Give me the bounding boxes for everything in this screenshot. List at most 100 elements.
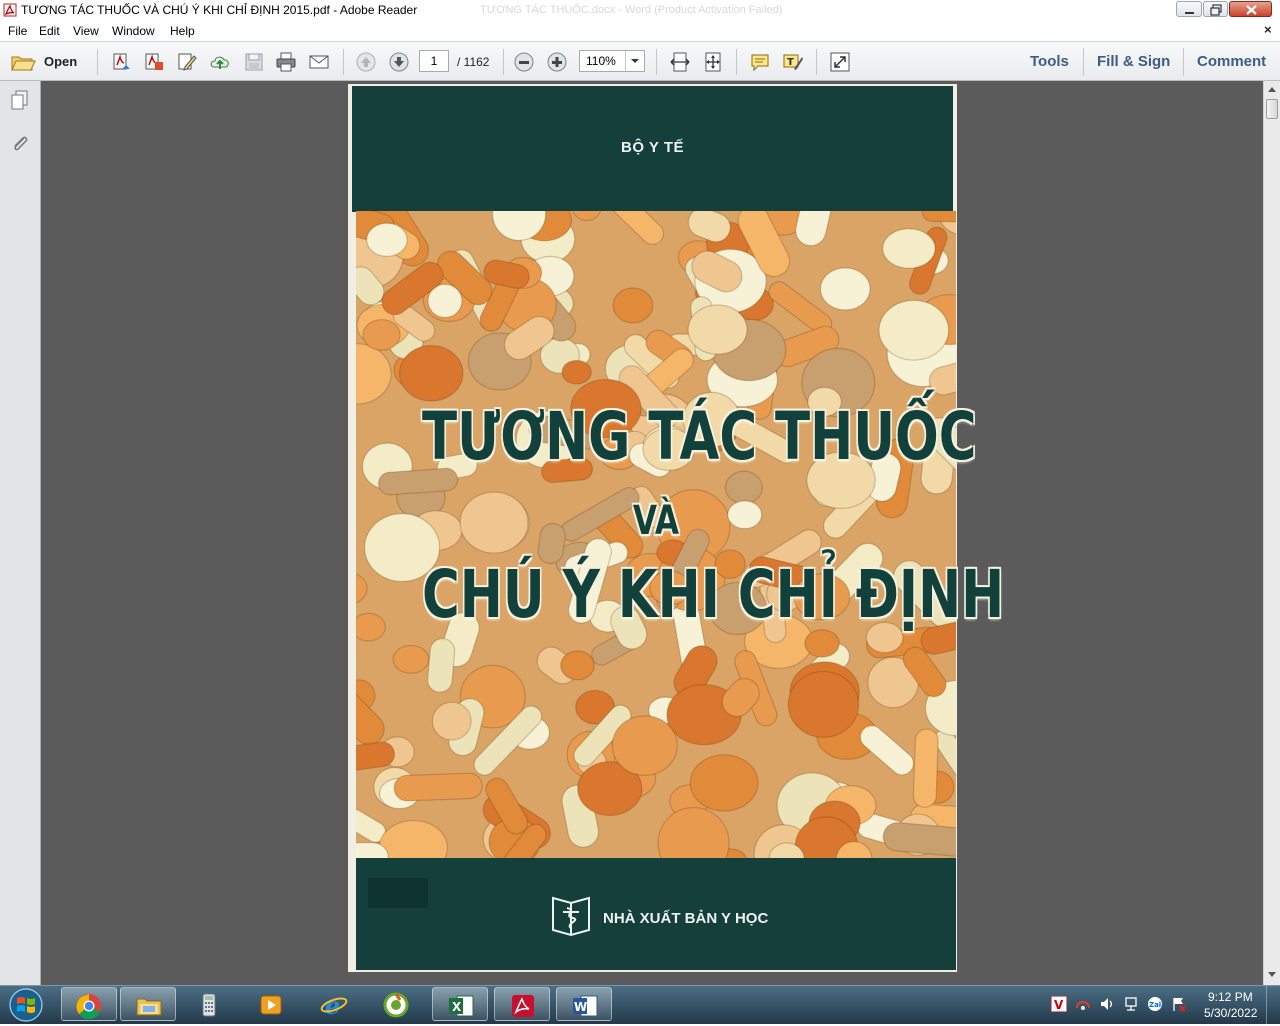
pill-shape [561, 359, 592, 385]
folder-icon [11, 56, 36, 71]
taskbar-word[interactable]: W [556, 987, 612, 1021]
taskbar-chrome[interactable] [61, 987, 117, 1021]
pill-shape [362, 319, 401, 351]
taskbar-acrobat[interactable] [494, 987, 550, 1021]
action-center-icon[interactable] [1171, 996, 1187, 1012]
pill-shape [878, 299, 950, 361]
pill-shape [392, 644, 430, 674]
taskbar-calculator[interactable] [182, 987, 238, 1021]
menu-view[interactable]: View [73, 24, 99, 38]
pill-shape [393, 772, 483, 802]
network-icon[interactable] [1123, 996, 1139, 1012]
pill-shape [687, 304, 748, 355]
minimize-button[interactable] [1176, 1, 1202, 17]
scroll-thumb[interactable] [1266, 99, 1278, 119]
save-icon[interactable] [243, 51, 265, 73]
zoom-in-icon[interactable] [546, 51, 568, 73]
antivirus-tray-icon[interactable]: V [1050, 995, 1068, 1013]
file-explorer-icon [136, 998, 162, 1016]
menu-edit[interactable]: Edit [39, 24, 60, 38]
show-desktop-button[interactable] [1266, 986, 1280, 1024]
pill-shape [612, 287, 654, 324]
menu-window[interactable]: Window [112, 24, 155, 38]
fit-page-icon[interactable] [702, 51, 724, 73]
fit-width-icon[interactable] [669, 51, 691, 73]
cover-title-line2: VÀ [632, 498, 680, 544]
cover-author: BỘ Y TẾ [621, 139, 684, 156]
full-screen-icon[interactable] [829, 51, 851, 73]
toolbar-separator [1183, 48, 1184, 76]
sticky-note-icon[interactable] [749, 51, 771, 73]
export-pdf-icon[interactable] [143, 51, 165, 73]
menu-file[interactable]: File [8, 24, 27, 38]
close-window-button[interactable] [1229, 1, 1272, 17]
taskbar-internet-explorer[interactable]: e [306, 987, 362, 1021]
open-label: Open [44, 54, 78, 69]
tools-button[interactable]: Tools [1030, 53, 1069, 70]
svg-text:e: e [325, 992, 340, 1018]
pill-shape [560, 650, 595, 681]
close-document-button[interactable]: × [1264, 22, 1272, 37]
toolbar-separator [816, 49, 817, 75]
navigation-panel [0, 81, 41, 985]
cover-title-line1: TƯƠNG TÁC THUỐC [422, 398, 977, 475]
zalo-tray-icon[interactable]: Zalo [1147, 996, 1166, 1012]
volume-icon[interactable] [1099, 996, 1115, 1012]
edit-pdf-icon[interactable] [176, 51, 198, 73]
adobe-reader-icon[interactable] [3, 3, 17, 17]
menu-help[interactable]: Help [170, 24, 195, 38]
scroll-up-icon[interactable] [1266, 83, 1278, 97]
page-thumbnails-icon[interactable] [9, 89, 31, 111]
network-activity-tray-icon[interactable] [1075, 996, 1091, 1012]
email-icon[interactable] [308, 51, 330, 73]
pill-shape [912, 728, 939, 808]
taskbar-explorer[interactable] [120, 987, 176, 1021]
toolbar-separator [1083, 48, 1084, 76]
clock-date[interactable]: 5/30/2022 [1204, 1006, 1257, 1020]
clock-time[interactable]: 9:12 PM [1208, 990, 1253, 1004]
pill-shape [611, 715, 678, 776]
create-pdf-icon[interactable] [110, 51, 132, 73]
chevron-down-icon[interactable] [625, 51, 644, 71]
zoom-out-icon[interactable] [513, 51, 535, 73]
toolbar-separator [656, 49, 657, 75]
menu-bar: File Edit View Window Help [0, 21, 1280, 41]
previous-page-icon[interactable] [355, 51, 377, 73]
restore-button[interactable] [1203, 1, 1228, 17]
toolbar-separator [343, 49, 344, 75]
media-player-icon [260, 995, 282, 1015]
pill-shape [882, 228, 936, 269]
pill-shape [356, 612, 386, 642]
pill-shape [787, 670, 860, 738]
open-button[interactable]: Open [8, 50, 88, 74]
attachments-icon[interactable] [9, 133, 31, 155]
upload-cloud-icon[interactable] [209, 51, 231, 73]
pill-shape [427, 638, 456, 693]
taskbar-excel[interactable]: X [432, 987, 488, 1021]
start-button[interactable] [4, 987, 48, 1023]
highlight-text-icon[interactable]: T [782, 51, 804, 73]
fill-sign-button[interactable]: Fill & Sign [1097, 53, 1170, 70]
taskbar-corel[interactable] [369, 987, 425, 1021]
internet-explorer-icon: e [320, 992, 348, 1018]
scroll-down-icon[interactable] [1266, 967, 1278, 981]
pill-shape [689, 754, 759, 812]
publisher-logo-icon [550, 894, 592, 938]
pill-shape [398, 345, 464, 402]
chrome-icon [76, 994, 101, 1019]
svg-text:X: X [452, 1000, 462, 1014]
page-total: / 1162 [457, 55, 490, 69]
window-title: TƯƠNG TÁC THUỐC VÀ CHÚ Ý KHI CHỈ ĐỊNH 20… [21, 3, 418, 17]
svg-text:V: V [1054, 998, 1064, 1012]
page-number-input[interactable]: 1 [419, 50, 449, 72]
taskbar-media-player[interactable] [244, 987, 300, 1021]
cover-publisher: NHÀ XUẤT BẢN Y HỌC [603, 910, 769, 927]
title-bar: TƯƠNG TÁC THUỐC VÀ CHÚ Ý KHI CHỈ ĐỊNH 20… [0, 0, 1280, 22]
comment-button[interactable]: Comment [1197, 53, 1266, 70]
vertical-scrollbar[interactable] [1263, 81, 1280, 985]
next-page-icon[interactable] [388, 51, 410, 73]
pill-shape [431, 701, 472, 741]
print-icon[interactable] [275, 51, 297, 73]
zoom-select[interactable]: 110% [579, 50, 645, 72]
toolbar-separator [736, 49, 737, 75]
